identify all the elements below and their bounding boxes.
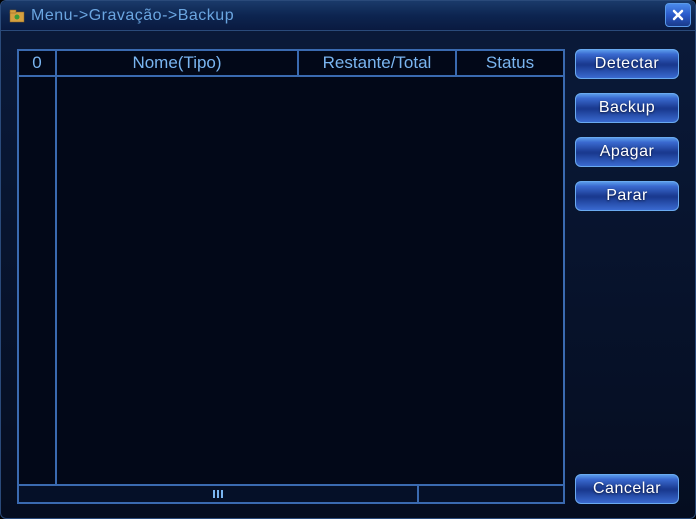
- col-header-status[interactable]: Status: [457, 51, 563, 75]
- detect-button[interactable]: Detectar: [575, 49, 679, 79]
- spacer: [575, 225, 679, 460]
- titlebar: Menu->Gravação->Backup: [1, 1, 695, 31]
- cancel-button[interactable]: Cancelar: [575, 474, 679, 504]
- erase-button[interactable]: Apagar: [575, 137, 679, 167]
- table-body-index-col: [19, 77, 57, 484]
- stop-button[interactable]: Parar: [575, 181, 679, 211]
- content-area: 0 Nome(Tipo) Restante/Total Status: [1, 31, 695, 518]
- breadcrumb: Menu->Gravação->Backup: [31, 7, 234, 25]
- table-body-content: [57, 77, 563, 484]
- scrollbar-grip-icon: [213, 490, 223, 498]
- col-header-count: 0: [19, 51, 57, 75]
- col-header-remaining[interactable]: Restante/Total: [299, 51, 457, 75]
- close-button[interactable]: [665, 3, 691, 27]
- table-header: 0 Nome(Tipo) Restante/Total Status: [19, 51, 563, 77]
- col-header-name[interactable]: Nome(Tipo): [57, 51, 299, 75]
- backup-icon: [9, 9, 25, 23]
- backup-window: Menu->Gravação->Backup 0 Nome(Tipo) Rest…: [0, 0, 696, 519]
- close-icon: [671, 8, 685, 22]
- button-column: Detectar Backup Apagar Parar Cancelar: [575, 49, 679, 504]
- scrollbar-thumb[interactable]: [19, 486, 419, 502]
- backup-button[interactable]: Backup: [575, 93, 679, 123]
- horizontal-scrollbar[interactable]: [19, 484, 563, 502]
- scrollbar-track[interactable]: [19, 486, 563, 502]
- device-table: 0 Nome(Tipo) Restante/Total Status: [17, 49, 565, 504]
- table-body: [19, 77, 563, 484]
